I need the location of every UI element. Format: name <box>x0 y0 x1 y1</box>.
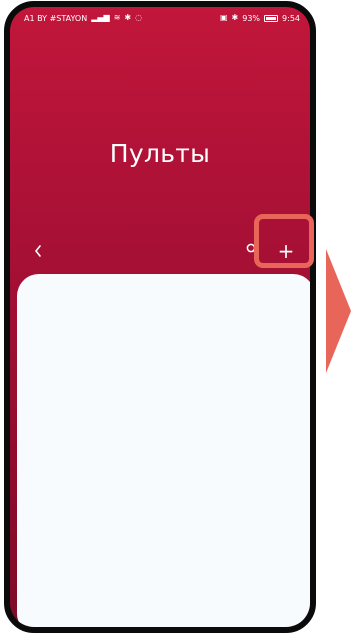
pointer-arrow-icon <box>326 249 351 373</box>
status-bar-left: A1 BY #STAYON ▂▄▆ ≋ ✱ ◌ <box>24 14 142 23</box>
status-bar: A1 BY #STAYON ▂▄▆ ≋ ✱ ◌ ▣ ✱ 93% 9:54 <box>10 7 310 29</box>
highlight-box <box>254 214 314 268</box>
battery-icon <box>264 14 279 22</box>
phone-screen: A1 BY #STAYON ▂▄▆ ≋ ✱ ◌ ▣ ✱ 93% 9:54 Пул… <box>10 7 310 627</box>
clock: 9:54 <box>282 13 300 23</box>
chat-icon: ◌ <box>135 13 143 22</box>
tutorial-canvas: A1 BY #STAYON ▂▄▆ ≋ ✱ ◌ ▣ ✱ 93% 9:54 Пул… <box>0 0 351 637</box>
signal-icon: ▂▄▆ <box>91 13 110 22</box>
vibrate-icon: ✱ <box>231 13 239 22</box>
carrier-label: A1 BY #STAYON <box>24 13 88 23</box>
back-button[interactable] <box>28 239 48 263</box>
chevron-left-icon <box>35 245 41 257</box>
battery-percent: 93% <box>242 13 261 23</box>
phone-frame: A1 BY #STAYON ▂▄▆ ≋ ✱ ◌ ▣ ✱ 93% 9:54 Пул… <box>4 1 316 633</box>
remotes-list-panel <box>17 274 310 627</box>
page-title: Пульты <box>109 139 211 168</box>
bluetooth-icon: ✱ <box>124 13 132 22</box>
wifi-icon: ≋ <box>113 13 121 22</box>
status-bar-right: ▣ ✱ 93% 9:54 <box>220 14 300 23</box>
nfc-icon: ▣ <box>219 13 228 22</box>
